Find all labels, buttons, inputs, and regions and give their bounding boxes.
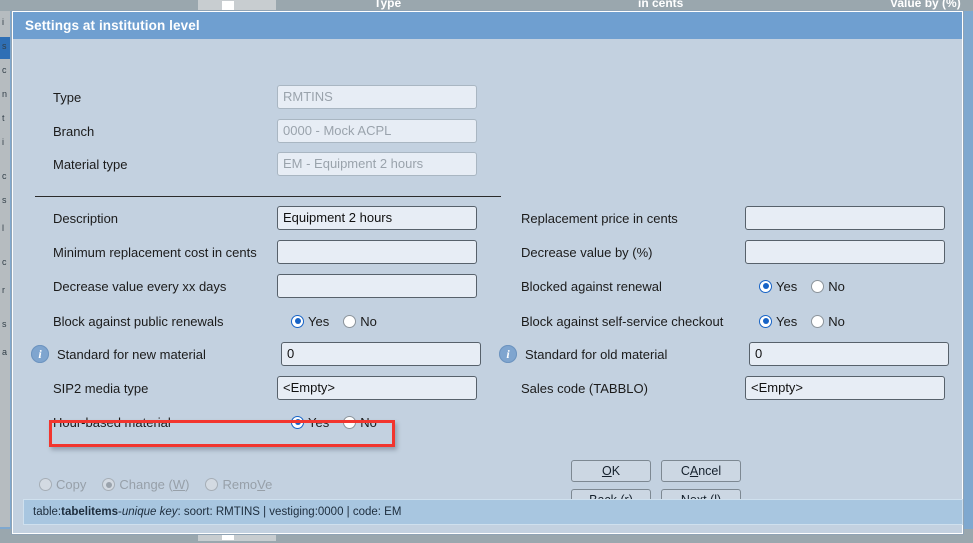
radio-dot-icon bbox=[39, 478, 52, 491]
label-standard-old-material: Standard for old material bbox=[525, 346, 668, 362]
field-standard-old-material[interactable]: 0 bbox=[749, 342, 949, 366]
field-standard-new-material[interactable]: 0 bbox=[281, 342, 481, 366]
background-column-header-type: Type bbox=[374, 0, 402, 10]
status-table-name: tabelitems bbox=[61, 506, 119, 518]
radio-dot-icon bbox=[102, 478, 116, 491]
settings-dialog: Settings at institution level Type RMTIN… bbox=[12, 11, 963, 534]
field-material-type[interactable]: EM - Equipment 2 hours bbox=[277, 152, 477, 176]
section-divider bbox=[35, 196, 501, 197]
radio-block-public-renewals-no[interactable]: No bbox=[343, 314, 377, 329]
label-material-type: Material type bbox=[53, 156, 128, 172]
dialog-title: Settings at institution level bbox=[25, 18, 200, 33]
field-sales-code[interactable]: <Empty> bbox=[745, 376, 945, 400]
label-decrease-value-percent: Decrease value by (%) bbox=[521, 244, 653, 260]
background-row-glyph: s bbox=[2, 319, 7, 329]
field-replacement-price[interactable] bbox=[745, 206, 945, 230]
radio-dot-icon bbox=[291, 314, 304, 328]
dialog-body: Type RMTINS Branch 0000 - Mock ACPL Mate… bbox=[13, 39, 963, 533]
background-scrollbar-track[interactable] bbox=[198, 0, 276, 11]
radio-label: No bbox=[360, 313, 377, 329]
label-standard-new-material: Standard for new material bbox=[57, 346, 206, 362]
radio-dot-icon bbox=[759, 314, 772, 328]
screen: Type in cents Value by (%) i s c n t i c… bbox=[0, 0, 973, 543]
label-minimum-replacement-cost: Minimum replacement cost in cents bbox=[53, 244, 257, 260]
label-branch: Branch bbox=[53, 123, 95, 139]
action-mode-group: Copy Change (W) RemoVe bbox=[39, 477, 272, 492]
background-row-glyph: a bbox=[2, 347, 8, 357]
background-column-header-value: Value by (%) bbox=[890, 0, 961, 10]
background-row-glyph: n bbox=[2, 89, 8, 99]
radio-block-self-service-checkout-yes[interactable]: Yes bbox=[759, 314, 797, 329]
dialog-title-bar: Settings at institution level bbox=[13, 12, 962, 39]
radio-dot-icon bbox=[811, 279, 825, 293]
label-block-public-renewals: Block against public renewals bbox=[53, 313, 224, 329]
label-blocked-against-renewal: Blocked against renewal bbox=[521, 278, 662, 294]
radio-label: RemoVe bbox=[222, 477, 273, 492]
radio-label: Yes bbox=[308, 313, 330, 329]
field-decrease-value-percent[interactable] bbox=[745, 240, 945, 264]
background-row-glyph: c bbox=[2, 257, 7, 267]
radiogroup-blocked-against-renewal: Yes No bbox=[759, 279, 845, 294]
label-decrease-value-every-days: Decrease value every xx days bbox=[53, 278, 227, 294]
radio-label: Copy bbox=[56, 477, 87, 492]
background-row-glyph: s bbox=[2, 41, 7, 51]
info-icon[interactable]: i bbox=[31, 345, 49, 363]
radio-blocked-against-renewal-yes[interactable]: Yes bbox=[759, 279, 797, 294]
status-prefix: table: bbox=[33, 506, 62, 518]
status-bar: table: tabelitems - unique key: soort: R… bbox=[23, 499, 963, 525]
label-replacement-price: Replacement price in cents bbox=[521, 210, 678, 226]
background-row-glyph: r bbox=[2, 285, 5, 295]
field-sip2-media-type[interactable]: <Empty> bbox=[277, 376, 477, 400]
field-minimum-replacement-cost[interactable] bbox=[277, 240, 477, 264]
background-row-glyph: c bbox=[2, 171, 7, 181]
label-sip2-media-type: SIP2 media type bbox=[53, 380, 149, 396]
label-sales-code: Sales code (TABBLO) bbox=[521, 380, 648, 396]
radio-block-public-renewals-yes[interactable]: Yes bbox=[291, 314, 329, 329]
radio-dot-icon bbox=[811, 314, 825, 328]
field-type[interactable]: RMTINS bbox=[277, 85, 477, 109]
radio-mode-remove[interactable]: RemoVe bbox=[205, 477, 272, 492]
radio-blocked-against-renewal-no[interactable]: No bbox=[811, 279, 845, 294]
label-description: Description bbox=[53, 210, 119, 226]
field-branch[interactable]: 0000 - Mock ACPL bbox=[277, 119, 477, 143]
radiogroup-block-public-renewals: Yes No bbox=[291, 314, 377, 329]
status-key-value: : soort: RMTINS | vestiging:0000 | code:… bbox=[177, 506, 402, 518]
background-row-glyph: l bbox=[2, 223, 4, 233]
label-type: Type bbox=[53, 89, 82, 105]
field-decrease-value-every-days[interactable] bbox=[277, 274, 477, 298]
radio-block-self-service-checkout-no[interactable]: No bbox=[811, 314, 845, 329]
radio-mode-change[interactable]: Change (W) bbox=[102, 477, 189, 492]
cancel-button[interactable]: C Ancel bbox=[661, 460, 741, 482]
status-key-label: unique key bbox=[121, 506, 178, 518]
radio-label: No bbox=[828, 278, 845, 294]
background-row-glyph: t bbox=[2, 113, 5, 123]
background-column-header-cents: in cents bbox=[638, 0, 684, 10]
background-scrollbar-thumb[interactable] bbox=[222, 1, 234, 10]
background-row-glyph: s bbox=[2, 195, 7, 205]
radio-mode-copy[interactable]: Copy bbox=[39, 477, 86, 492]
radio-dot-icon bbox=[205, 478, 219, 491]
background-h-scrollbar-thumb[interactable] bbox=[222, 533, 234, 540]
background-row-strip: i s c n t i c s l c r s a bbox=[0, 11, 10, 527]
ok-button[interactable]: OK bbox=[571, 460, 651, 482]
background-row-glyph: c bbox=[2, 65, 7, 75]
radio-label: No bbox=[828, 313, 845, 329]
background-row-glyph: i bbox=[2, 137, 4, 147]
label-block-self-service-checkout: Block against self-service checkout bbox=[521, 313, 724, 329]
radio-label: Change (W) bbox=[119, 477, 190, 492]
radio-dot-icon bbox=[759, 279, 772, 293]
field-description[interactable]: Equipment 2 hours bbox=[277, 206, 477, 230]
info-icon[interactable]: i bbox=[499, 345, 517, 363]
radio-label: Yes bbox=[776, 313, 798, 329]
radio-label: Yes bbox=[776, 278, 798, 294]
background-row-glyph: i bbox=[2, 17, 4, 27]
background-column-header-bar: Type in cents Value by (%) bbox=[0, 0, 973, 11]
radio-dot-icon bbox=[343, 314, 357, 328]
highlight-box-hour-based-material bbox=[49, 420, 395, 447]
radiogroup-block-self-service-checkout: Yes No bbox=[759, 314, 845, 329]
